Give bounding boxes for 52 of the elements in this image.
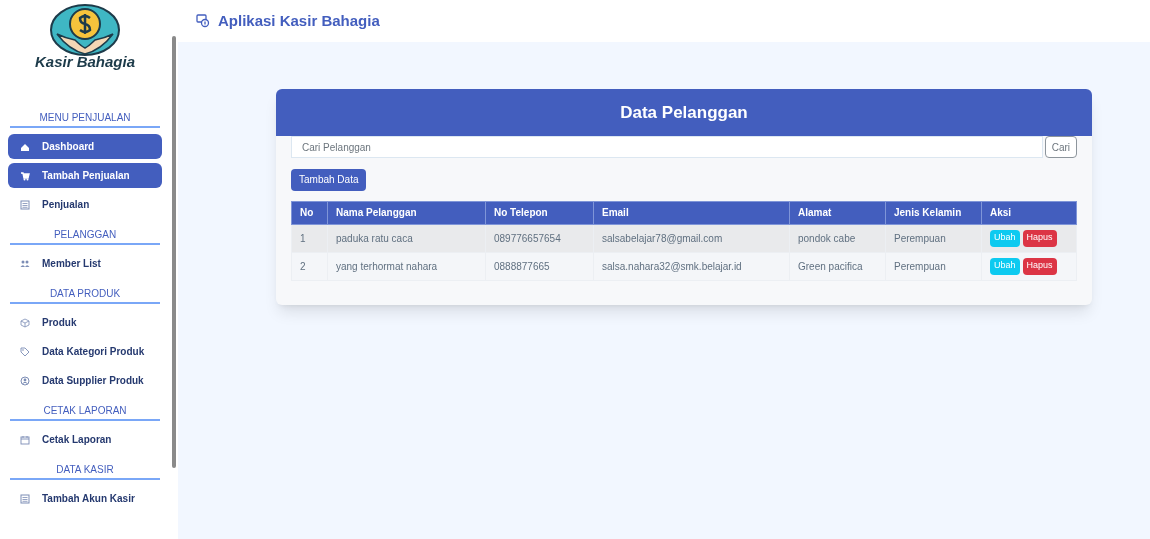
add-data-button[interactable]: Tambah Data [291, 168, 367, 191]
column-header: Aksi [981, 201, 1077, 224]
table-cell: salsabelajar78@gmail.com [593, 224, 790, 252]
home-icon [20, 141, 30, 152]
section-heading: DATA KASIR [10, 462, 160, 480]
sidebar-item[interactable]: Data Supplier Produk [8, 368, 162, 393]
column-header: Alamat [789, 201, 886, 224]
table-cell: Green pacifica [789, 252, 886, 280]
table-cell: pondok cabe [789, 224, 886, 252]
table-cell: yang terhormat nahara [327, 252, 486, 280]
column-header: Jenis Kelamin [885, 201, 982, 224]
table-cell: 2 [291, 252, 328, 280]
search-button[interactable]: Cari [1044, 136, 1077, 158]
column-header: Email [593, 201, 790, 224]
sidebar-item[interactable]: Tambah Akun Kasir [8, 486, 162, 511]
sidebar-item[interactable]: Member List [8, 251, 162, 276]
column-header: No Telepon [485, 201, 594, 224]
column-header: No [291, 201, 328, 224]
table-cell: 0888877665 [485, 252, 594, 280]
user-circle-icon [20, 375, 30, 386]
coin-hands-logo-icon [49, 4, 121, 56]
section-heading: CETAK LAPORAN [10, 403, 160, 421]
sidebar-item[interactable]: Cetak Laporan [8, 427, 162, 452]
table-cell: 089776657654 [485, 224, 594, 252]
section-heading: MENU PENJUALAN [10, 110, 160, 128]
sidebar-item[interactable]: Penjualan [8, 192, 162, 217]
section-heading: DATA PRODUK [10, 286, 160, 304]
sidebar-item[interactable]: Dashboard [8, 134, 162, 159]
table-cell: salsa.nahara32@smk.belajar.id [593, 252, 790, 280]
cash-register-icon [196, 14, 210, 28]
app-title: Aplikasi Kasir Bahagia [218, 10, 380, 31]
table-cell: 1 [291, 224, 328, 252]
people-icon [20, 258, 30, 269]
search-field[interactable]: Cari Pelanggan [291, 136, 1043, 158]
tag-icon [20, 346, 30, 357]
delete-button[interactable]: Hapus [1022, 257, 1057, 275]
sidebar-item[interactable]: Tambah Penjualan [8, 163, 162, 188]
sidebar-item[interactable]: Data Kategori Produk [8, 339, 162, 364]
list-icon [20, 199, 30, 210]
table-cell: Perempuan [885, 224, 982, 252]
section-heading: PELANGGAN [10, 227, 160, 245]
column-header: Nama Pelanggan [327, 201, 486, 224]
delete-button[interactable]: Hapus [1022, 229, 1057, 247]
table-cell: paduka ratu caca [327, 224, 486, 252]
calendar-icon [20, 434, 30, 445]
box-icon [20, 317, 30, 328]
logo-text: Kasir Bahagia [34, 52, 135, 72]
cart-icon [20, 170, 30, 181]
table-cell: Perempuan [885, 252, 982, 280]
list-icon [20, 493, 30, 504]
card-title: Data Pelanggan [620, 101, 748, 124]
sidebar-item[interactable]: Produk [8, 310, 162, 335]
